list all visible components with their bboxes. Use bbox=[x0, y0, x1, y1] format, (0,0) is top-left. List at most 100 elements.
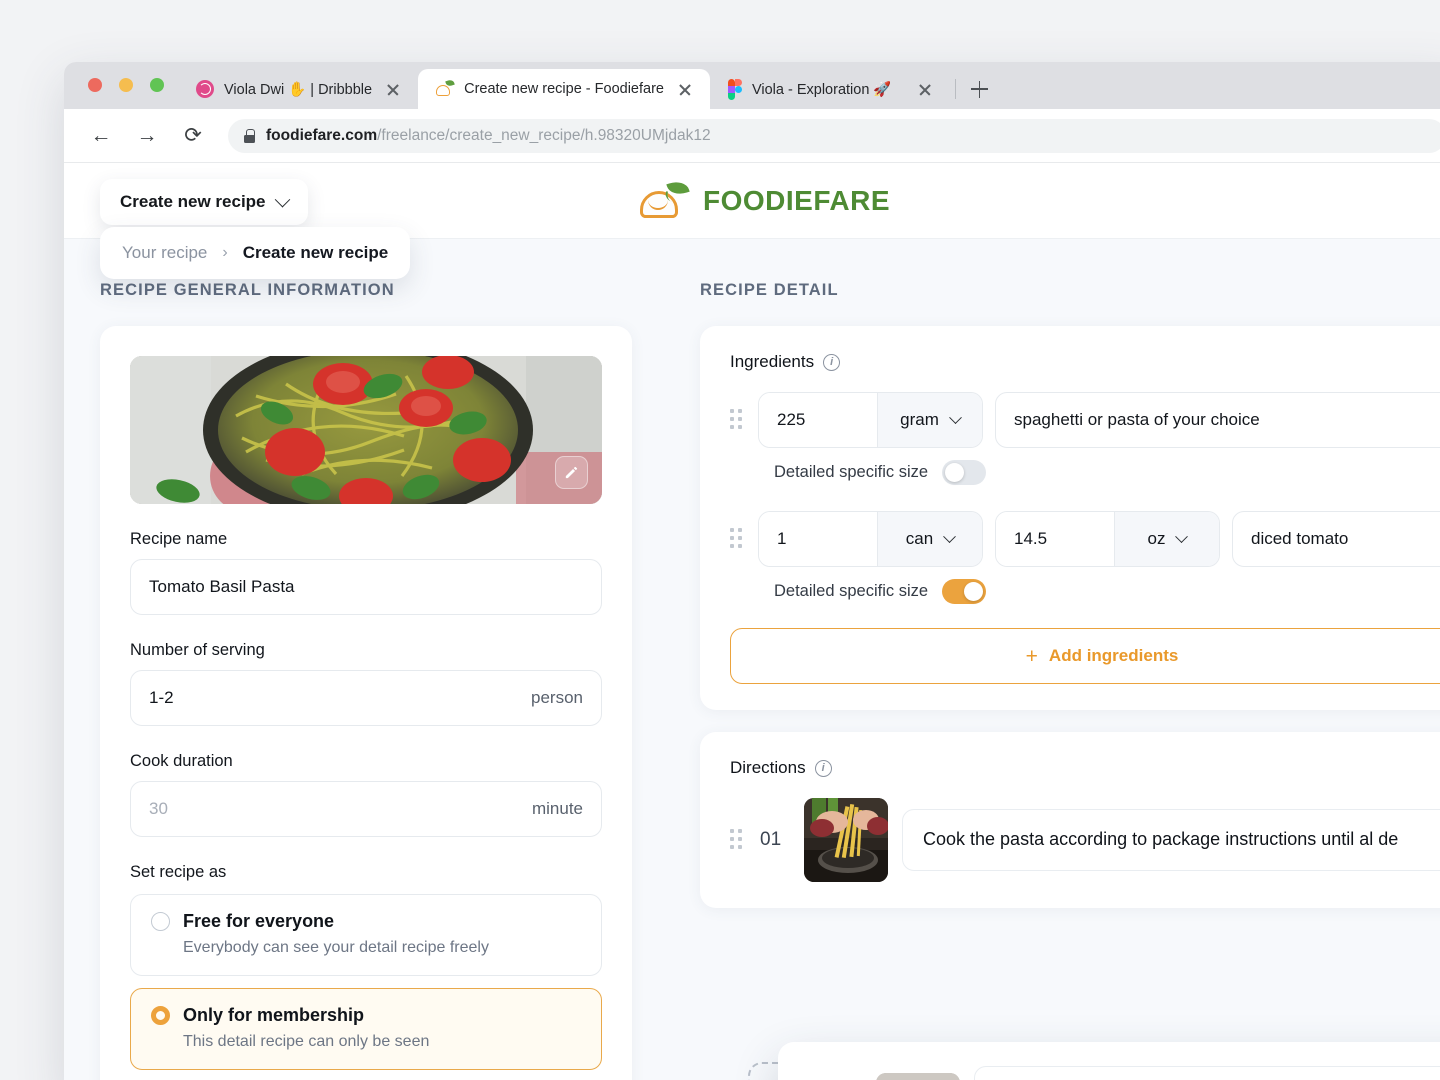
direction-row-dragging[interactable]: 02 bbox=[778, 1042, 1440, 1080]
minimize-window-button[interactable] bbox=[119, 78, 133, 92]
maximize-window-button[interactable] bbox=[150, 78, 164, 92]
drag-handle-icon[interactable] bbox=[730, 409, 746, 431]
tab-title: Viola - Exploration 🚀 bbox=[751, 81, 892, 98]
add-ingredients-button[interactable]: + Add ingredients bbox=[730, 628, 1440, 684]
detailed-size-label: Detailed specific size bbox=[774, 582, 929, 600]
direction-text-input[interactable]: Add the diced tomatoes (with their juice… bbox=[974, 1066, 1440, 1080]
serving-value: 1-2 bbox=[149, 688, 174, 707]
general-information-column: RECIPE GENERAL INFORMATION Recipe name T… bbox=[64, 239, 668, 1080]
radio-option-only-for-membership[interactable]: Only for membership This detail recipe c… bbox=[130, 988, 602, 1070]
detailed-size-toggle[interactable] bbox=[942, 460, 987, 485]
directions-label: Directions bbox=[730, 758, 806, 777]
figma-icon bbox=[727, 79, 742, 100]
pencil-icon bbox=[565, 466, 578, 479]
page-content: FOODIEFARE Create new recipe Your recipe… bbox=[64, 163, 1440, 1080]
recipe-name-value: Tomato Basil Pasta bbox=[149, 577, 295, 596]
plus-icon: + bbox=[1025, 644, 1038, 668]
tab-divider bbox=[954, 79, 956, 99]
breadcrumb: Your recipe › Create new recipe bbox=[100, 227, 411, 279]
ingredient-name-value: spaghetti or pasta of your choice bbox=[1014, 410, 1260, 429]
serving-input[interactable]: 1-2 person bbox=[130, 670, 602, 726]
ingredient-unit-value: gram bbox=[900, 410, 939, 429]
page-select-label: Create new recipe bbox=[120, 192, 266, 211]
ingredient-detail-unit-value: oz bbox=[1147, 529, 1166, 548]
browser-titlebar: Viola Dwi ✋ | Dribbble Create new recipe… bbox=[64, 62, 1440, 109]
address-bar-url: foodiefare.com/freelance/create_new_reci… bbox=[266, 127, 711, 145]
close-icon[interactable] bbox=[914, 78, 936, 100]
ingredient-unit-value: can bbox=[905, 529, 934, 548]
ingredient-quantity-combo: 225 gram bbox=[758, 392, 983, 448]
drag-handle-icon[interactable] bbox=[730, 528, 746, 550]
tab-title: Create new recipe - Foodiefare bbox=[464, 81, 664, 97]
ingredient-name-input[interactable]: diced tomato bbox=[1232, 511, 1440, 567]
recipe-name-input[interactable]: Tomato Basil Pasta bbox=[130, 559, 602, 615]
chevron-down-icon bbox=[948, 410, 962, 424]
radio-option-free-for-everyone[interactable]: Free for everyone Everybody can see your… bbox=[130, 894, 602, 976]
general-information-card: Recipe name Tomato Basil Pasta Number of… bbox=[100, 326, 632, 1080]
option-description: This detail recipe can only be seen bbox=[183, 1033, 430, 1050]
close-icon[interactable] bbox=[382, 78, 404, 100]
option-title: Only for membership bbox=[183, 1005, 365, 1025]
recipe-name-label: Recipe name bbox=[130, 530, 228, 548]
cook-duration-placeholder: 30 bbox=[149, 799, 168, 818]
section-title-general: RECIPE GENERAL INFORMATION bbox=[100, 281, 395, 299]
ingredient-detail-unit-select[interactable]: oz bbox=[1114, 512, 1219, 566]
brand-name: FOODIEFARE bbox=[702, 184, 890, 216]
ingredient-name-input[interactable]: spaghetti or pasta of your choice bbox=[995, 392, 1440, 448]
info-icon[interactable]: i bbox=[823, 353, 841, 371]
ingredient-quantity-input[interactable]: 225 bbox=[759, 393, 877, 447]
url-path: /freelance/create_new_recipe/h.98320UMjd… bbox=[377, 126, 711, 144]
info-icon[interactable]: i bbox=[814, 759, 832, 777]
chef-hat-icon bbox=[638, 177, 692, 221]
ingredient-name-value: diced tomato bbox=[1251, 529, 1349, 548]
detailed-size-toggle-row: Detailed specific size bbox=[774, 579, 1440, 604]
drag-handle-icon[interactable] bbox=[730, 829, 746, 851]
close-icon[interactable] bbox=[674, 78, 696, 100]
directions-label-row: Directions i bbox=[730, 758, 1440, 778]
screen: Viola Dwi ✋ | Dribbble Create new recipe… bbox=[0, 0, 1440, 1080]
cook-duration-suffix: minute bbox=[531, 799, 583, 818]
ingredients-label: Ingredients bbox=[730, 352, 815, 371]
ingredient-quantity-input[interactable]: 1 bbox=[759, 512, 877, 566]
direction-number: 01 bbox=[760, 829, 782, 850]
ingredient-detail-quantity-input[interactable]: 14.5 bbox=[996, 512, 1114, 566]
ingredient-quantity-combo: 1 can bbox=[758, 511, 983, 567]
recipe-detail-column: RECIPE DETAIL Ingredients i 225 gram spa… bbox=[668, 239, 1440, 1080]
page-select-dropdown[interactable]: Create new recipe bbox=[100, 179, 308, 225]
directions-card: Directions i 01 Cook the pasta according… bbox=[700, 732, 1440, 908]
chevron-down-icon bbox=[1175, 529, 1189, 543]
section-title-detail: RECIPE DETAIL bbox=[700, 281, 839, 299]
cook-duration-label: Cook duration bbox=[130, 752, 233, 770]
tab-create-new-recipe[interactable]: Create new recipe - Foodiefare bbox=[418, 69, 710, 109]
page-columns: RECIPE GENERAL INFORMATION Recipe name T… bbox=[64, 239, 1440, 1080]
breadcrumb-current: Create new recipe bbox=[242, 243, 389, 262]
chevron-down-icon bbox=[943, 529, 957, 543]
window-controls bbox=[88, 78, 164, 92]
ingredient-unit-select[interactable]: gram bbox=[877, 393, 982, 447]
browser-toolbar: ← → ⟳ foodiefare.com/freelance/create_ne… bbox=[64, 109, 1440, 163]
back-icon[interactable]: ← bbox=[82, 117, 120, 155]
address-bar[interactable]: foodiefare.com/freelance/create_new_reci… bbox=[228, 118, 1440, 153]
forward-icon[interactable]: → bbox=[128, 117, 166, 155]
tab-dribbble[interactable]: Viola Dwi ✋ | Dribbble bbox=[178, 69, 418, 109]
reload-icon[interactable]: ⟳ bbox=[174, 117, 212, 155]
detailed-size-toggle[interactable] bbox=[942, 579, 987, 604]
tab-figma-exploration[interactable]: Viola - Exploration 🚀 bbox=[710, 69, 950, 109]
tab-strip: Viola Dwi ✋ | Dribbble Create new recipe… bbox=[178, 62, 993, 109]
direction-text-input[interactable]: Cook the pasta according to package inst… bbox=[902, 809, 1440, 871]
ingredients-card: Ingredients i 225 gram spaghetti or past… bbox=[700, 326, 1440, 710]
edit-cover-button[interactable] bbox=[555, 456, 588, 489]
add-ingredients-label: Add ingredients bbox=[1048, 646, 1179, 665]
breadcrumb-separator-icon: › bbox=[222, 244, 228, 261]
browser-window: Viola Dwi ✋ | Dribbble Create new recipe… bbox=[64, 62, 1440, 1080]
new-tab-button[interactable] bbox=[965, 75, 993, 103]
lock-icon bbox=[244, 128, 255, 143]
serving-label: Number of serving bbox=[130, 641, 265, 659]
ingredient-unit-select[interactable]: can bbox=[877, 512, 982, 566]
cook-duration-input[interactable]: 30 minute bbox=[130, 781, 602, 837]
close-window-button[interactable] bbox=[88, 78, 102, 92]
direction-thumbnail[interactable] bbox=[804, 798, 888, 882]
direction-row: 01 Cook the pasta according to package i… bbox=[730, 798, 1440, 882]
direction-thumbnail[interactable] bbox=[876, 1073, 960, 1080]
breadcrumb-parent[interactable]: Your recipe bbox=[122, 243, 207, 263]
